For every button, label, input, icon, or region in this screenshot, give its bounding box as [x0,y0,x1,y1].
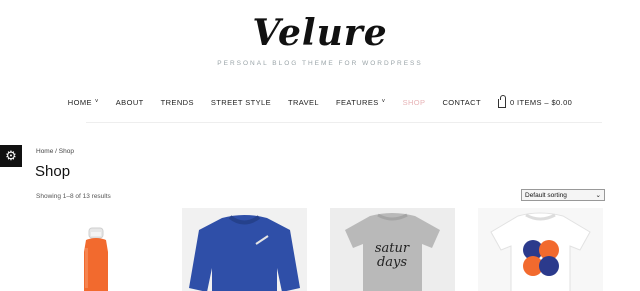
nav-item-label: TRENDS [160,97,194,107]
main-nav: HOME ˅ ABOUT TRENDS STREET STYLE TRAVEL … [0,94,640,108]
nav-item-label: TRAVEL [287,97,320,107]
nav-item-travel[interactable]: TRAVEL [288,98,319,107]
chevron-down-icon: ˅ [94,99,99,105]
nav-item-about[interactable]: ABOUT [116,98,144,107]
nav-item-label: CONTACT [442,97,481,107]
chevron-down-icon: ˅ [381,99,386,105]
product-card[interactable] [34,208,159,291]
site-logo[interactable]: Velure [0,12,640,54]
chevron-down-icon: ⌄ [595,192,601,199]
nav-item-label: FEATURES [336,97,379,107]
gear-icon: ⚙ [5,148,17,163]
sorting-selected: Default sorting [525,191,567,199]
cart-summary: 0 ITEMS – $0.00 [509,97,573,107]
nav-item-home[interactable]: HOME ˅ [68,98,99,107]
nav-item-street-style[interactable]: STREET STYLE [211,98,271,107]
nav-item-label: STREET STYLE [210,97,271,107]
nav-item-features[interactable]: FEATURES ˅ [336,98,386,107]
product-image-water-bottle [84,227,108,291]
svg-text:days: days [377,255,407,270]
shopping-bag-icon [497,94,506,108]
site-header: Velure PERSONAL BLOG THEME FOR WORDPRESS [0,0,640,80]
nav-item-shop[interactable]: SHOP [403,98,426,107]
result-count: Showing 1–8 of 13 results [36,193,111,200]
nav-item-trends[interactable]: TRENDS [161,98,194,107]
product-grid: satur days [34,208,606,291]
sorting-select[interactable]: Default sorting ⌄ [521,189,605,201]
nav-item-label: HOME [67,97,92,107]
product-image-grey-tshirt: satur days [345,213,440,291]
svg-text:satur: satur [375,241,410,256]
product-image-white-tshirt [490,212,591,291]
page-title: Shop [35,163,71,180]
product-card[interactable] [478,208,603,291]
nav-item-label: ABOUT [115,97,144,107]
product-card[interactable] [182,208,307,291]
nav-item-label: SHOP [402,97,426,107]
cart-link[interactable]: 0 ITEMS – $0.00 [497,94,573,108]
settings-toggle[interactable]: ⚙ [0,145,22,167]
header-divider [86,122,602,123]
site-tagline: PERSONAL BLOG THEME FOR WORDPRESS [217,60,423,67]
product-image-blue-sweatshirt [189,215,300,291]
breadcrumb: Home / Shop [36,148,74,155]
nav-item-contact[interactable]: CONTACT [442,98,481,107]
product-card[interactable]: satur days [330,208,455,291]
